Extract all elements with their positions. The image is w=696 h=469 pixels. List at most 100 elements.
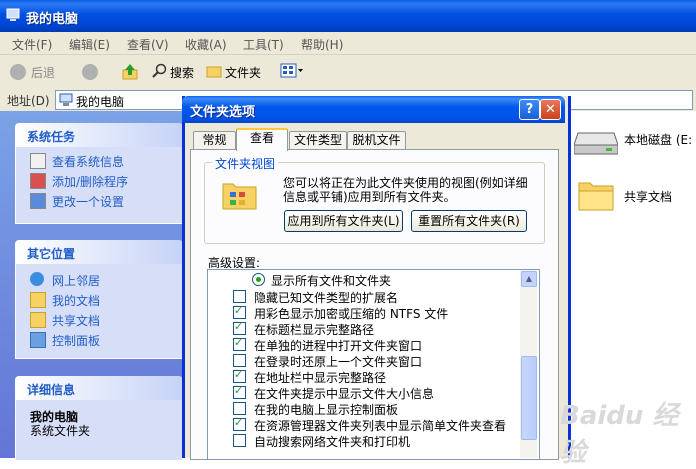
checkbox[interactable] bbox=[233, 336, 246, 351]
system-tasks-header[interactable]: 系统任务 bbox=[15, 123, 183, 147]
back-button[interactable]: 后退 bbox=[31, 64, 55, 81]
place-network[interactable]: 网上邻居 bbox=[52, 272, 100, 289]
address-label: 地址(D) bbox=[7, 94, 50, 108]
setting-label: 在我的电脑上显示控制面板 bbox=[254, 403, 399, 417]
network-places-icon bbox=[30, 272, 44, 286]
tab-file-types[interactable]: 文件类型 bbox=[289, 131, 347, 149]
place-control-panel[interactable]: 控制面板 bbox=[52, 332, 100, 349]
menu-help[interactable]: 帮助(H) bbox=[301, 36, 343, 53]
setting-label: 在单独的进程中打开文件夹窗口 bbox=[254, 339, 423, 353]
help-button[interactable]: ? bbox=[519, 99, 540, 120]
radio-button[interactable] bbox=[252, 273, 265, 286]
close-button[interactable]: ✕ bbox=[540, 99, 561, 120]
views-icon[interactable] bbox=[280, 63, 304, 79]
folders-button[interactable]: 文件夹 bbox=[225, 64, 261, 81]
up-folder-icon[interactable] bbox=[121, 63, 139, 81]
dialog-title: 文件夹选项 bbox=[190, 105, 256, 120]
setting-auto-search-network[interactable]: 自动搜索网络文件夹和打印机 bbox=[233, 433, 523, 449]
add-remove-programs-icon bbox=[30, 173, 46, 189]
setting-label: 自动搜索网络文件夹和打印机 bbox=[254, 435, 411, 449]
menu-bar: 文件(F) 编辑(E) 查看(V) 收藏(A) 工具(T) 帮助(H) bbox=[0, 32, 696, 55]
folders-icon bbox=[206, 66, 222, 78]
checkbox[interactable] bbox=[233, 402, 246, 415]
menu-edit[interactable]: 编辑(E) bbox=[69, 36, 110, 53]
task-add-remove-programs[interactable]: 添加/删除程序 bbox=[52, 173, 128, 190]
checkbox[interactable] bbox=[233, 384, 246, 399]
setting-hide-extensions[interactable]: 隐藏已知文件类型的扩展名 bbox=[233, 289, 523, 305]
setting-label: 隐藏已知文件类型的扩展名 bbox=[254, 291, 399, 305]
computer-icon bbox=[6, 8, 20, 21]
system-tasks-title: 系统任务 bbox=[27, 130, 76, 144]
checkbox[interactable] bbox=[233, 368, 246, 383]
search-icon bbox=[152, 63, 167, 78]
details-desc: 系统文件夹 bbox=[30, 424, 91, 438]
local-disk-label[interactable]: 本地磁盘 (E: bbox=[624, 131, 692, 148]
search-button[interactable]: 搜索 bbox=[170, 64, 194, 81]
other-places-title: 其它位置 bbox=[27, 247, 76, 261]
settings-scrollbar[interactable]: ▲ bbox=[520, 270, 537, 458]
tab-offline-files[interactable]: 脱机文件 bbox=[347, 131, 406, 149]
my-documents-icon bbox=[30, 292, 46, 308]
setting-ntfs-color[interactable]: 用彩色显示加密或压缩的 NTFS 文件 bbox=[233, 304, 523, 321]
dialog-titlebar[interactable]: 文件夹选项 ? ✕ bbox=[182, 96, 565, 123]
menu-view[interactable]: 查看(V) bbox=[127, 36, 169, 53]
setting-label: 在地址栏中显示完整路径 bbox=[254, 371, 387, 385]
apply-to-all-folders-button[interactable]: 应用到所有文件夹(L) bbox=[284, 210, 403, 232]
other-places-panel: 其它位置 网上邻居 我的文档 共享文档 控制面板 bbox=[15, 240, 183, 359]
task-view-system-info[interactable]: 查看系统信息 bbox=[52, 153, 124, 170]
checkbox[interactable] bbox=[233, 416, 246, 431]
place-shared-documents[interactable]: 共享文档 bbox=[52, 312, 100, 329]
setting-label: 用彩色显示加密或压缩的 NTFS 文件 bbox=[254, 307, 449, 321]
checkbox[interactable] bbox=[233, 434, 246, 447]
setting-show-control-panel[interactable]: 在我的电脑上显示控制面板 bbox=[233, 401, 523, 417]
forward-arrow-icon[interactable] bbox=[82, 64, 98, 80]
details-header[interactable]: 详细信息 bbox=[15, 376, 183, 400]
setting-address-full-path[interactable]: 在地址栏中显示完整路径 bbox=[233, 368, 523, 385]
setting-label: 在资源管理器文件夹列表中显示简单文件夹查看 bbox=[254, 419, 507, 433]
checkbox[interactable] bbox=[233, 320, 246, 335]
task-change-setting[interactable]: 更改一个设置 bbox=[52, 193, 124, 210]
change-setting-icon bbox=[30, 193, 46, 209]
reset-all-folders-button[interactable]: 重置所有文件夹(R) bbox=[411, 210, 527, 232]
tab-general[interactable]: 常规 bbox=[193, 131, 236, 149]
menu-file[interactable]: 文件(F) bbox=[12, 36, 52, 53]
scroll-up-icon[interactable]: ▲ bbox=[521, 271, 537, 287]
computer-icon bbox=[59, 93, 73, 106]
back-arrow-icon[interactable] bbox=[10, 64, 26, 80]
checkbox[interactable] bbox=[233, 290, 246, 303]
menu-tools[interactable]: 工具(T) bbox=[243, 36, 284, 53]
shared-documents-icon bbox=[30, 312, 46, 328]
details-panel: 详细信息 我的电脑 系统文件夹 bbox=[15, 376, 183, 461]
scroll-thumb[interactable] bbox=[521, 356, 537, 440]
system-tasks-panel: 系统任务 查看系统信息 添加/删除程序 更改一个设置 bbox=[15, 123, 183, 224]
hard-drive-icon[interactable] bbox=[574, 125, 618, 157]
folder-views-label: 文件夹视图 bbox=[212, 155, 279, 172]
setting-label: 在登录时还原上一个文件夹窗口 bbox=[254, 355, 423, 369]
menu-favorites[interactable]: 收藏(A) bbox=[185, 36, 227, 53]
other-places-header[interactable]: 其它位置 bbox=[15, 240, 183, 264]
place-my-documents[interactable]: 我的文档 bbox=[52, 292, 100, 309]
setting-label: 显示所有文件和文件夹 bbox=[271, 274, 392, 288]
details-title: 详细信息 bbox=[27, 383, 76, 397]
folder-views-icon bbox=[222, 183, 257, 210]
setting-restore-windows[interactable]: 在登录时还原上一个文件夹窗口 bbox=[233, 353, 523, 369]
system-info-icon bbox=[30, 153, 46, 169]
checkbox[interactable] bbox=[233, 304, 246, 319]
setting-simple-folder-view[interactable]: 在资源管理器文件夹列表中显示简单文件夹查看 bbox=[233, 416, 523, 433]
checkbox[interactable] bbox=[233, 354, 246, 367]
setting-separate-process[interactable]: 在单独的进程中打开文件夹窗口 bbox=[233, 336, 523, 353]
address-value: 我的电脑 bbox=[76, 95, 125, 109]
setting-show-all-files[interactable]: 显示所有文件和文件夹 bbox=[233, 272, 523, 288]
setting-label: 在标题栏显示完整路径 bbox=[254, 323, 375, 337]
tab-view[interactable]: 查看 bbox=[236, 128, 288, 151]
setting-titlebar-full-path[interactable]: 在标题栏显示完整路径 bbox=[233, 320, 523, 337]
toolbar: 后退 搜索 文件夹 bbox=[0, 55, 696, 90]
shared-documents-label[interactable]: 共享文档 bbox=[624, 188, 672, 205]
control-panel-icon bbox=[30, 332, 46, 348]
task-pane: 系统任务 查看系统信息 添加/删除程序 更改一个设置 其它位置 网上邻居 我的文… bbox=[0, 111, 190, 461]
folder-views-description: 您可以将正在为此文件夹使用的视图(例如详细信息或平铺)应用到所有文件夹。 bbox=[283, 176, 528, 204]
shared-folder-icon[interactable] bbox=[578, 177, 614, 211]
window-titlebar[interactable]: 我的电脑 bbox=[0, 0, 696, 32]
setting-file-size-tips[interactable]: 在文件夹提示中显示文件大小信息 bbox=[233, 384, 523, 401]
setting-label: 在文件夹提示中显示文件大小信息 bbox=[254, 387, 435, 401]
